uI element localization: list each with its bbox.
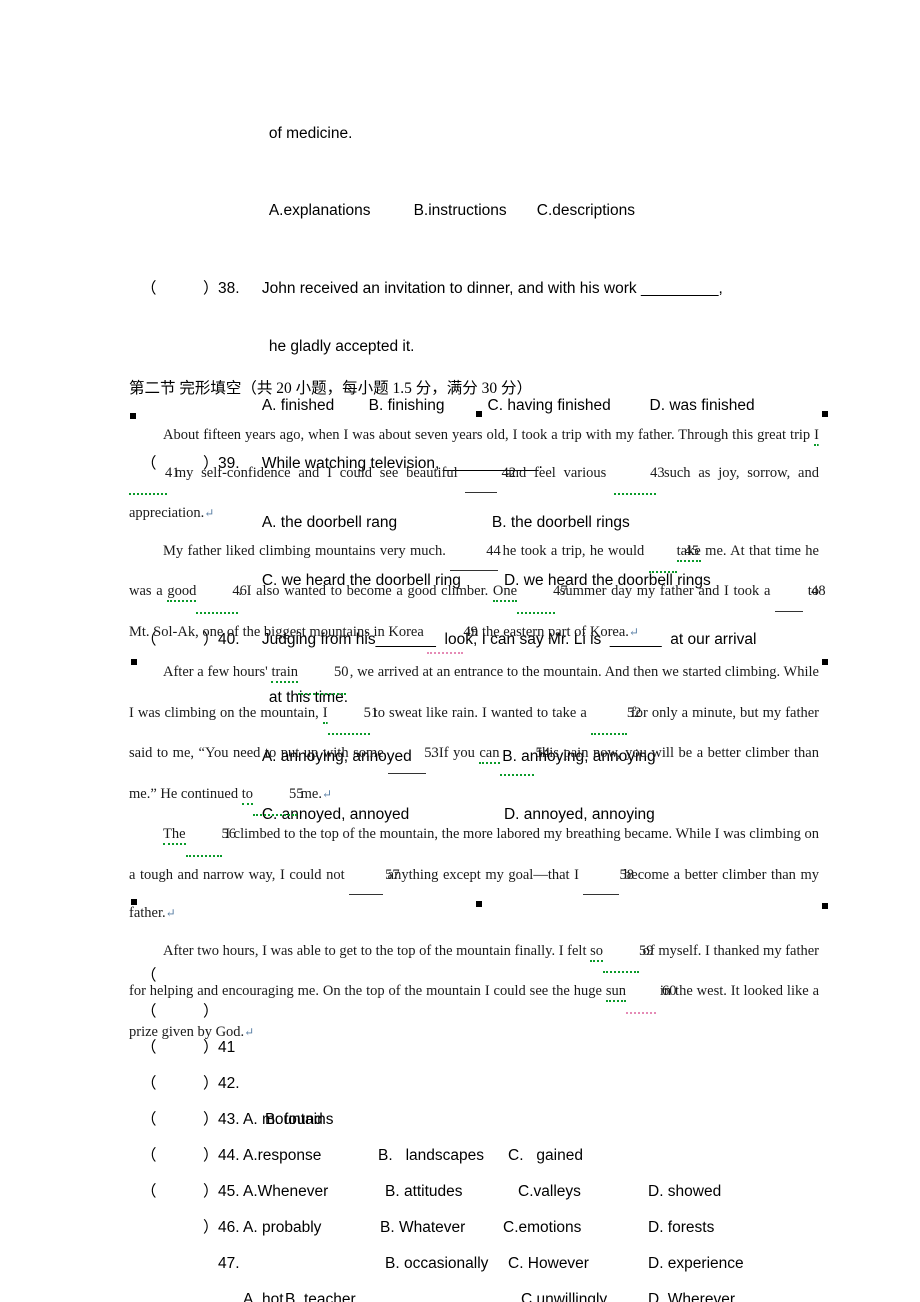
p2-text-1: My father liked climbing mountains very …	[163, 542, 451, 559]
p4-grammar-flag-1: The	[163, 826, 186, 845]
passage-paragraph-4: The 56 I climbed to the top of the mounta…	[129, 816, 819, 933]
cloze-options-section: （ ） 41 B. found C. gained D. showed （ ） …	[0, 922, 920, 1302]
p2-text-4: . I also wanted to become a good climber…	[238, 583, 493, 599]
blank-57[interactable]: 57	[349, 857, 400, 895]
cloze-number-46: 46.	[218, 1219, 240, 1236]
p3-grammar-flag-1: train	[271, 664, 299, 683]
cloze-option-row-44: （ ） 44. A.Whenever B. Whatever C. Howeve…	[0, 1030, 920, 1302]
blank-46[interactable]: 46	[196, 573, 247, 614]
cloze-44-option-d[interactable]: D. Wherever	[648, 1282, 735, 1302]
p3-grammar-flag-4: to	[241, 785, 254, 805]
question-38-number: 38.	[218, 279, 240, 297]
answer-bracket-open[interactable]: （	[141, 279, 157, 299]
cloze-option-row-45: （ ） 45. A. probably B. occasionally C.un…	[0, 1066, 920, 1302]
p2-grammar-flag-1: take	[676, 542, 701, 562]
cloze-option-row-43: （ ） 43. A.response B. attitudes C.emotio…	[0, 994, 920, 1272]
blank-52[interactable]: 52	[590, 695, 641, 735]
p2-grammar-flag-2: good	[167, 583, 197, 602]
passage-paragraph-2: My father liked climbing mountains very …	[129, 533, 826, 654]
question-38-options-text: A. finished B. finishing C. having finis…	[261, 396, 755, 414]
cloze-45-option-c[interactable]: C.unwillingly	[521, 1282, 607, 1302]
cloze-41-option-d[interactable]: D. showed	[648, 1174, 721, 1210]
cloze-option-row-46: （ ） 46. B. teacher C. trainer D. climber	[0, 1102, 920, 1302]
blank-55[interactable]: 55	[253, 776, 304, 816]
p1-text-3: and feel various	[497, 464, 615, 481]
cloze-number-47: 47.	[218, 1255, 240, 1272]
continuation-options: A.explanations B.instructions C.descript…	[0, 182, 920, 241]
p3-grammar-flag-3: can	[479, 745, 500, 764]
answer-bracket-close[interactable]: ）	[203, 1174, 219, 1210]
question-38-text: John received an invitation to dinner, a…	[261, 279, 723, 297]
blank-45[interactable]: 45	[648, 533, 699, 573]
edit-mark	[822, 659, 828, 665]
blank-54[interactable]: 54	[499, 735, 550, 776]
question-38-stem: （ ） 38. John received an invitation to dinn…	[0, 259, 920, 318]
p2-grammar-flag-3: One	[492, 583, 518, 602]
cloze-43-option-b[interactable]: B. attitudes	[385, 1174, 463, 1210]
paragraph-mark: ↵	[204, 506, 215, 520]
answer-bracket-close[interactable]: ）	[203, 1210, 219, 1246]
p2-text-2: he took a trip, he would	[498, 542, 649, 559]
p1-grammar-flag: I	[814, 427, 819, 446]
blank-47[interactable]: 47	[517, 573, 568, 614]
continuation-options-text: A.explanations B.instructions C.descript…	[268, 202, 635, 219]
document-page: of medicine. A.explanations B.instructio…	[0, 0, 920, 1302]
blank-43[interactable]: 43	[614, 455, 665, 495]
blank-48[interactable]: 48	[775, 573, 826, 612]
p2-text-5: summer day my father and I took a	[555, 583, 776, 599]
blank-51[interactable]: 51	[327, 695, 378, 735]
cloze-option-row-47: （ ） 47. A. hot B. proper C. special D. o…	[0, 1138, 920, 1302]
question-38-stem-cont: he gladly accepted it.	[0, 318, 920, 377]
cloze-option-row-42: （ ） 42. A. mountains B. landscapes C.val…	[0, 958, 920, 1236]
p4-text-2: anything except my goal—that I	[383, 866, 584, 883]
p3-text-1: After a few hours'	[163, 664, 272, 680]
question-38-text-2: he gladly accepted it.	[268, 338, 415, 355]
p3-text-7: me.	[297, 785, 322, 802]
edit-mark	[822, 411, 828, 417]
answer-bracket-open[interactable]: （	[141, 1174, 157, 1210]
paragraph-mark: ↵	[322, 786, 333, 801]
section-header: 第二节 完形填空（共 20 小题，每小题 1.5 分，满分 30 分）	[129, 380, 533, 397]
continuation-line: of medicine.	[0, 104, 920, 163]
passage-paragraph-1: About fifteen years ago, when I was abou…	[129, 417, 819, 533]
cloze-44-option-c[interactable]: C. However	[508, 1246, 589, 1282]
blank-53[interactable]: 53	[388, 735, 439, 774]
blank-50[interactable]: 50	[298, 654, 349, 695]
p3-text-3: to sweat like rain. I wanted to take a	[369, 704, 591, 721]
p3-text-5: . If you	[426, 745, 480, 761]
cloze-45-option-a[interactable]: A. probably	[243, 1210, 321, 1246]
cloze-45-option-b[interactable]: B. occasionally	[385, 1246, 488, 1282]
passage-paragraph-3: After a few hours' train 50 , we arrived …	[129, 654, 819, 816]
paragraph-mark: ↵	[628, 624, 639, 639]
cloze-number-45: 45.	[218, 1183, 240, 1200]
cloze-42-option-d[interactable]: D. forests	[648, 1210, 714, 1246]
p1-text-2: my self-confidence and I could see beaut…	[167, 464, 466, 481]
blank-42[interactable]: 42	[465, 455, 516, 493]
cloze-46-option-b[interactable]: B. teacher	[285, 1282, 356, 1302]
cloze-44-option-b[interactable]: B. Whatever	[380, 1210, 465, 1246]
p2-text-7: in the eastern part of Korea.	[463, 623, 629, 640]
answer-bracket-close[interactable]: ）	[203, 279, 219, 299]
blank-58[interactable]: 58	[583, 857, 634, 895]
cloze-option-row-41: （ ） 41 B. found C. gained D. showed	[0, 922, 920, 1200]
cloze-44-option-a[interactable]: A.Whenever	[243, 1174, 328, 1210]
blank-44[interactable]: 44	[450, 533, 501, 571]
blank-49[interactable]: 49	[427, 614, 478, 654]
cloze-42-option-c[interactable]: C.valleys	[518, 1174, 581, 1210]
cloze-43-option-c[interactable]: C.emotions	[503, 1210, 581, 1246]
edit-mark	[822, 903, 828, 909]
blank-41[interactable]: 41	[129, 455, 180, 495]
p1-text-1: About fifteen years ago, when I was abou…	[163, 427, 815, 443]
continuation-text: of medicine.	[268, 124, 353, 142]
cloze-43-option-d[interactable]: D. experience	[648, 1246, 744, 1282]
cloze-47-option-a[interactable]: A. hot	[243, 1282, 284, 1302]
paragraph-mark: ↵	[165, 906, 176, 920]
blank-56[interactable]: 56	[185, 816, 236, 857]
